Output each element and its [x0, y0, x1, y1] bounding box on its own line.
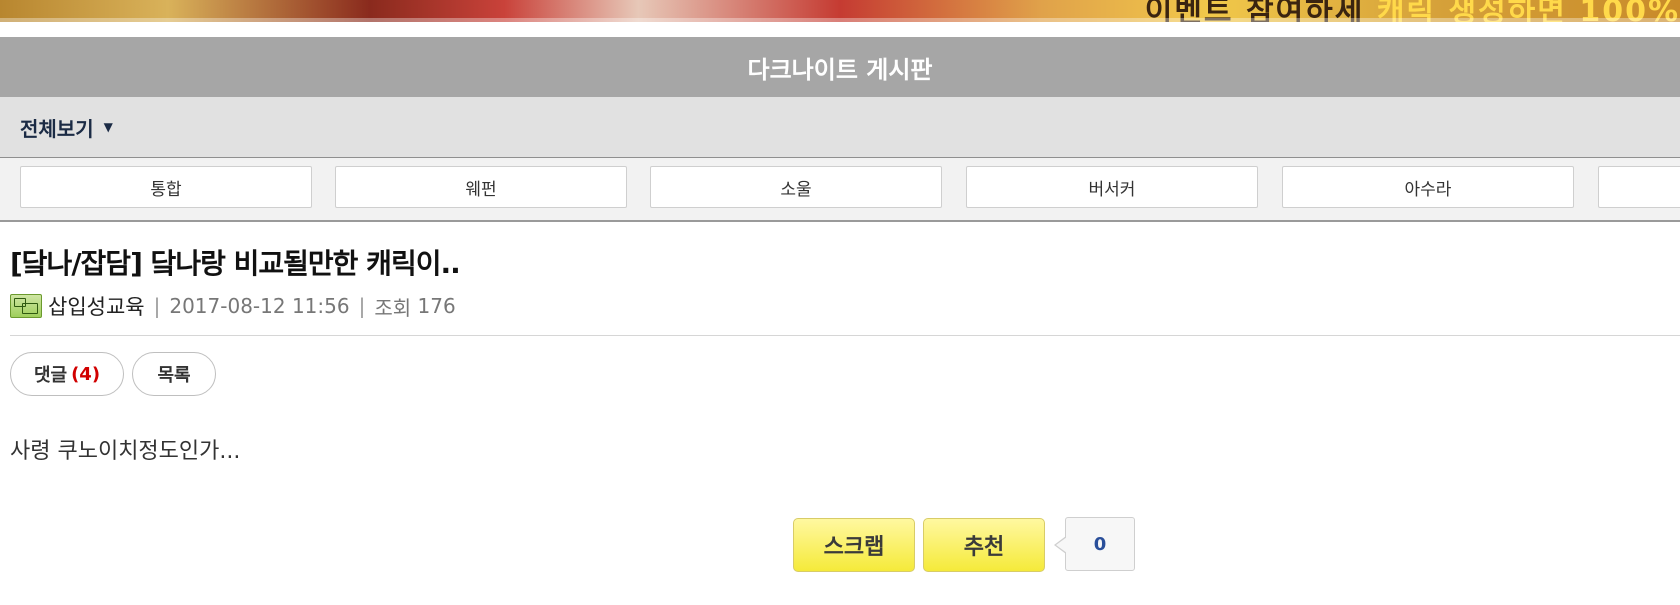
scrap-button[interactable]: 스크랩	[793, 518, 915, 572]
banner-text: 이벤트 참여하세 캐릭 생성하면 100%	[1144, 0, 1680, 22]
meta-divider	[10, 335, 1680, 336]
comments-button[interactable]: 댓글 (4)	[10, 352, 124, 396]
level-badge-icon	[10, 294, 42, 318]
list-button[interactable]: 목록	[132, 352, 216, 396]
views-count: 176	[417, 294, 456, 318]
tab-next[interactable]	[1598, 166, 1680, 208]
views-label: 조회	[374, 295, 412, 320]
scrap-label: 스크랩	[823, 535, 885, 560]
tab-asura[interactable]: 아수라	[1282, 166, 1574, 208]
author-name[interactable]: 삽입성교육	[48, 291, 145, 321]
post-meta: 삽입성교육 | 2017-08-12 11:56 | 조회 176	[10, 292, 456, 320]
view-all-label: 전체보기	[20, 116, 94, 141]
top-banner[interactable]: 이벤트 참여하세 캐릭 생성하면 100%	[0, 0, 1680, 22]
recommend-label: 추천	[963, 535, 1005, 560]
list-label: 목록	[157, 365, 191, 386]
board-title-bar: 다크나이트 게시판	[0, 37, 1680, 97]
tab-weapon[interactable]: 웨펀	[335, 166, 627, 208]
comments-count: (4)	[71, 363, 101, 385]
meta-separator: |	[153, 294, 161, 318]
tab-berserker[interactable]: 버서커	[966, 166, 1258, 208]
view-all-dropdown[interactable]: 전체보기 ▼	[20, 113, 113, 142]
recommend-button[interactable]: 추천	[923, 518, 1045, 572]
post-date: 2017-08-12 11:56	[169, 294, 350, 318]
comments-label: 댓글	[33, 365, 68, 386]
board-title: 다크나이트 게시판	[747, 55, 933, 84]
meta-separator: |	[358, 294, 366, 318]
recommend-count: 0	[1054, 517, 1135, 571]
post-body: 사령 쿠노이치정도인가...	[10, 439, 241, 464]
class-tabs: 통합 웨펀 소울 버서커 아수라	[0, 158, 1680, 222]
post-title: [닼나/잡담] 닼나랑 비교될만한 캐릭이..	[10, 247, 461, 280]
tab-integrated[interactable]: 통합	[20, 166, 312, 208]
filter-bar: 전체보기 ▼	[0, 97, 1680, 158]
dropdown-arrow-icon: ▼	[103, 120, 113, 134]
tab-soul[interactable]: 소울	[650, 166, 942, 208]
